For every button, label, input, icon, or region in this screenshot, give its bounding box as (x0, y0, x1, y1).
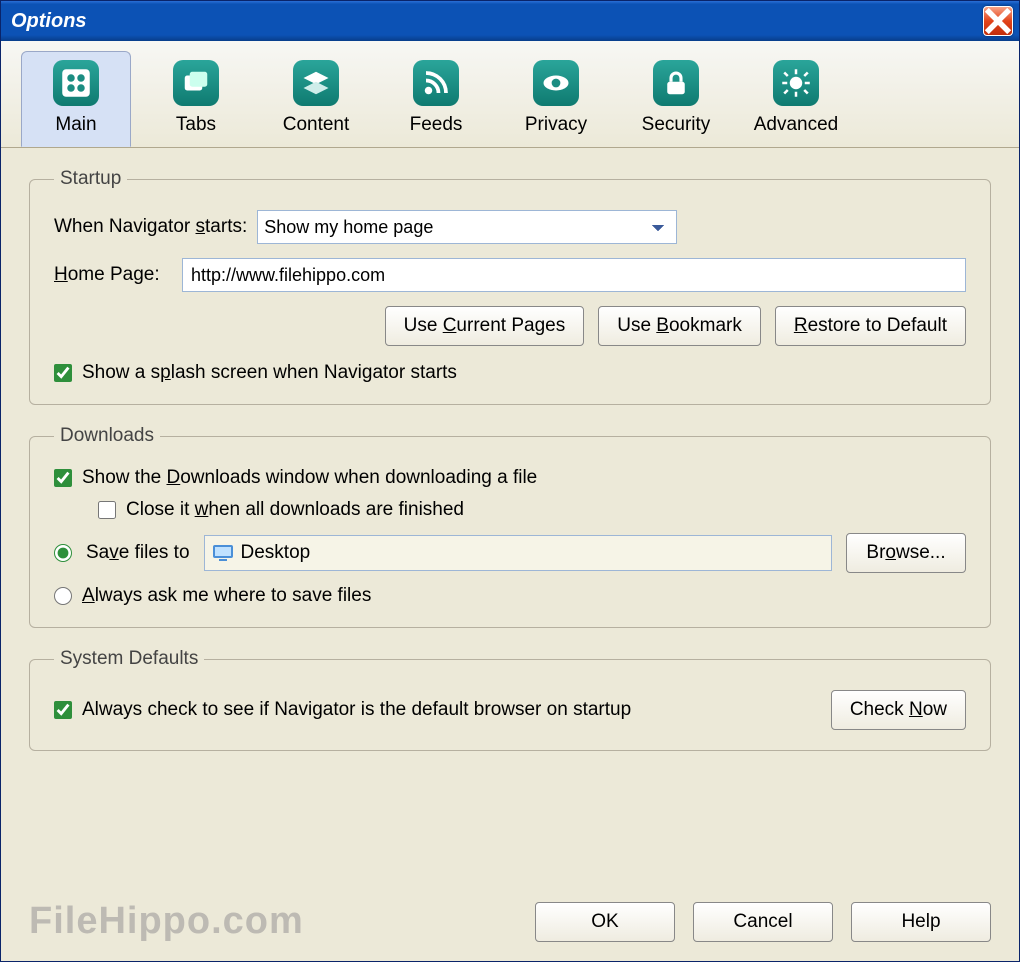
category-toolbar: Main Tabs Content Feeds Privacy (1, 41, 1019, 148)
title-bar: Options (1, 1, 1019, 41)
check-now-button[interactable]: Check Now (831, 690, 966, 730)
window-title: Options (11, 10, 87, 33)
always-ask-label: Always ask me where to save files (82, 585, 371, 607)
save-location-text: Desktop (241, 542, 311, 564)
tab-feeds[interactable]: Feeds (381, 51, 491, 147)
use-bookmark-button[interactable]: Use Bookmark (598, 306, 761, 346)
downloads-group: Downloads Show the Downloads window when… (29, 425, 991, 628)
tab-content[interactable]: Content (261, 51, 371, 147)
show-downloads-label: Show the Downloads window when downloadi… (82, 467, 537, 489)
tab-label: Advanced (754, 114, 839, 136)
close-downloads-checkbox[interactable] (98, 501, 116, 519)
tab-label: Security (642, 114, 711, 136)
dialog-footer: FileHippo.com OK Cancel Help (1, 894, 1019, 961)
main-content: Startup When Navigator starts: Show my h… (1, 148, 1019, 894)
close-button[interactable] (983, 6, 1013, 36)
ok-button[interactable]: OK (535, 902, 675, 942)
splash-checkbox[interactable] (54, 364, 72, 382)
save-to-radio[interactable] (54, 544, 72, 562)
rss-icon (413, 60, 459, 106)
when-starts-select[interactable]: Show my home page (257, 210, 677, 244)
grid-icon (53, 60, 99, 106)
save-location-box: Desktop (204, 535, 832, 571)
save-to-label: Save files to (86, 542, 190, 564)
gear-icon (773, 60, 819, 106)
close-downloads-label: Close it when all downloads are finished (126, 499, 464, 521)
stack-icon (293, 60, 339, 106)
default-browser-checkbox[interactable] (54, 701, 72, 719)
startup-group: Startup When Navigator starts: Show my h… (29, 168, 991, 405)
tab-label: Feeds (410, 114, 463, 136)
cancel-button[interactable]: Cancel (693, 902, 833, 942)
always-ask-radio[interactable] (54, 587, 72, 605)
tab-label: Main (55, 114, 96, 136)
home-page-input[interactable] (182, 258, 966, 292)
tab-security[interactable]: Security (621, 51, 731, 147)
tab-privacy[interactable]: Privacy (501, 51, 611, 147)
system-legend: System Defaults (54, 648, 204, 670)
desktop-icon (211, 541, 235, 565)
tab-main[interactable]: Main (21, 51, 131, 147)
restore-default-button[interactable]: Restore to Default (775, 306, 966, 346)
watermark-text: FileHippo.com (29, 900, 304, 943)
home-page-label: Home Page: (54, 264, 172, 286)
tab-label: Privacy (525, 114, 587, 136)
tab-label: Tabs (176, 114, 216, 136)
show-downloads-checkbox[interactable] (54, 469, 72, 487)
tab-advanced[interactable]: Advanced (741, 51, 851, 147)
use-current-pages-button[interactable]: Use Current Pages (385, 306, 585, 346)
default-browser-label: Always check to see if Navigator is the … (82, 699, 631, 721)
when-starts-label: When Navigator starts: (54, 216, 247, 238)
system-defaults-group: System Defaults Always check to see if N… (29, 648, 991, 751)
options-dialog: Options Main Tabs Content (0, 0, 1020, 962)
browse-button[interactable]: Browse... (846, 533, 966, 573)
downloads-legend: Downloads (54, 425, 160, 447)
eye-icon (533, 60, 579, 106)
tab-label: Content (283, 114, 350, 136)
splash-label: Show a splash screen when Navigator star… (82, 362, 457, 384)
lock-icon (653, 60, 699, 106)
tab-tabs[interactable]: Tabs (141, 51, 251, 147)
tabs-icon (173, 60, 219, 106)
startup-legend: Startup (54, 168, 127, 190)
close-icon (984, 7, 1012, 35)
help-button[interactable]: Help (851, 902, 991, 942)
